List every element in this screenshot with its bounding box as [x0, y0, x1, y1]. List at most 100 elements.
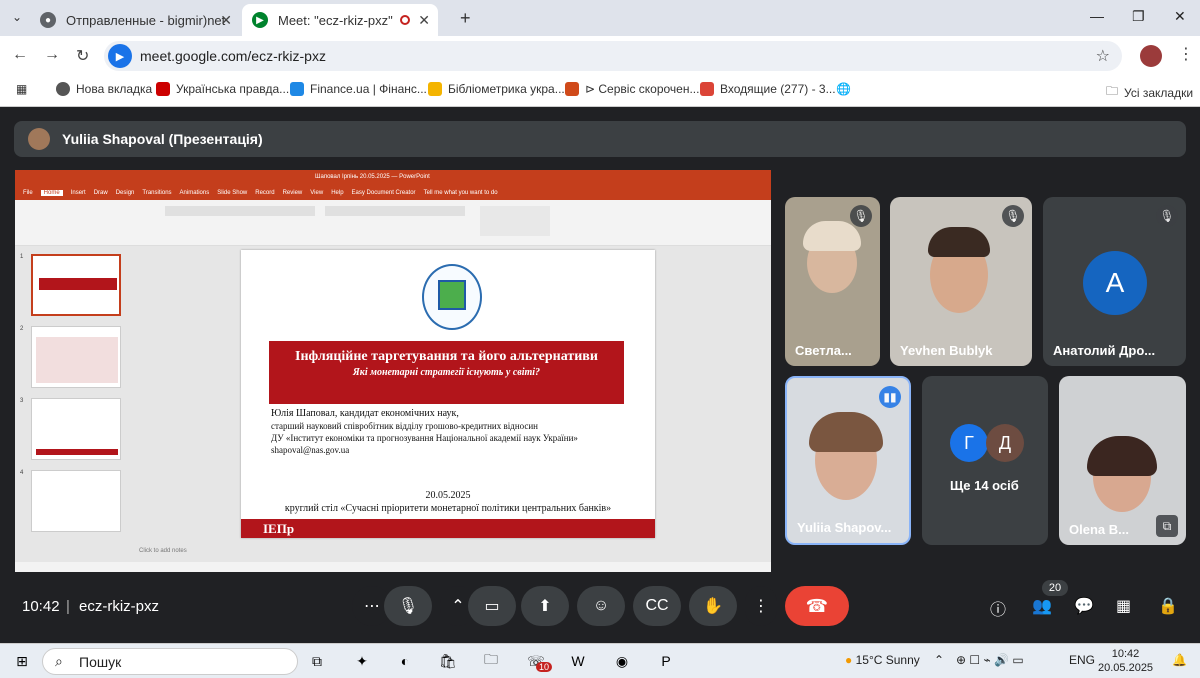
participant-tile[interactable]: 🎙 Светла...	[785, 197, 880, 366]
taskbar: ⊞ ⌕ Пошук ⧉ ✦ ◐ 🛍 🗀 ☏ 10 W ◉ P ● 15°C Su…	[0, 643, 1200, 678]
apps-icon[interactable]: ▦	[16, 82, 27, 96]
presenter-avatar	[28, 128, 50, 150]
chat-icon[interactable]: 💬	[1074, 596, 1094, 616]
chrome-icon[interactable]: ◉	[610, 650, 634, 672]
font-box	[165, 206, 315, 216]
close-icon[interactable]: ✕	[418, 12, 430, 29]
mic-off-icon: 🎙	[1156, 205, 1178, 227]
minimize-icon[interactable]: —	[1090, 8, 1104, 24]
back-icon[interactable]: ←	[12, 46, 28, 64]
slide-thumbnail[interactable]	[31, 326, 121, 388]
participant-name: Светла...	[795, 343, 852, 358]
toolbar: ← → ↻ ▶ meet.google.com/ecz-rkiz-pxz ☆	[0, 36, 1200, 76]
address-bar[interactable]: ▶ meet.google.com/ecz-rkiz-pxz ☆	[104, 41, 1122, 71]
word-icon[interactable]: W	[566, 650, 590, 672]
edge-icon[interactable]: ◐	[393, 650, 417, 672]
slide-thumbnail[interactable]	[31, 470, 121, 532]
participant-tile[interactable]: A 🎙 Анатолий Дро...	[1043, 197, 1186, 366]
pip-icon[interactable]: ⧉	[1156, 515, 1178, 537]
meeting-time: 10:42	[22, 598, 60, 615]
raise-hand-button[interactable]: ✋	[689, 586, 737, 626]
emoji-button[interactable]: ☺	[577, 586, 625, 626]
slide-thumbnails: 1 2 3 4	[15, 246, 133, 562]
leave-call-button[interactable]: ☎	[785, 586, 849, 626]
tab-search-icon[interactable]: ⌄	[12, 10, 22, 24]
current-slide: Інфляційне таргетування та його альтерна…	[241, 250, 655, 538]
ppt-ribbon	[15, 200, 771, 246]
close-window-icon[interactable]: ✕	[1174, 8, 1186, 25]
host-controls-icon[interactable]: 🔒	[1158, 596, 1178, 616]
bookmark-item[interactable]: ⊳ Сервіс скорочен...	[565, 82, 699, 96]
chevron-up-icon[interactable]: ⌃	[934, 653, 944, 667]
tab-bigmir[interactable]: ● Отправленные - bigmir)net ✕	[30, 4, 240, 36]
participant-tile[interactable]: 🎙 Yevhen Bublyk	[890, 197, 1032, 366]
copilot-icon[interactable]: ✦	[350, 650, 374, 672]
paragraph-box	[325, 206, 465, 216]
ppt-menu: File Home Insert Draw Design Transitions…	[15, 186, 771, 200]
taskbar-search[interactable]: ⌕ Пошук	[42, 648, 298, 675]
powerpoint-icon[interactable]: P	[654, 650, 678, 672]
bookmark-item[interactable]: Бібліометрика укра...	[428, 82, 565, 96]
bookmark-item[interactable]: Українська правда...	[156, 82, 289, 96]
participant-avatar: A	[1083, 251, 1147, 315]
restore-icon[interactable]: ❐	[1132, 8, 1145, 25]
windows-start-icon[interactable]: ⊞	[10, 650, 34, 672]
bookmark-item[interactable]: Нова вкладка	[56, 82, 152, 96]
tray-icons: ⊕ ☐ ⌁ 🔊 ▭	[956, 653, 1024, 667]
language-indicator[interactable]: ENG	[1069, 653, 1095, 667]
participant-tile[interactable]: ⧉ Olena B...	[1059, 376, 1186, 545]
shared-screen: Шаповал Ірпінь 20.05.2025 — PowerPoint F…	[15, 170, 771, 572]
participant-name: Анатолий Дро...	[1053, 343, 1156, 358]
captions-button[interactable]: CC	[633, 586, 681, 626]
site-info-icon[interactable]: ▶	[108, 44, 132, 68]
activities-icon[interactable]: ▦	[1116, 596, 1131, 616]
participant-count-badge: 20	[1042, 580, 1068, 596]
tab-strip: ● Отправленные - bigmir)net ✕ ▶ Meet: "e…	[0, 0, 1200, 36]
slide-thumbnail[interactable]	[31, 254, 121, 316]
task-view-icon[interactable]: ⧉	[305, 650, 329, 672]
weather-widget[interactable]: ● 15°C Sunny	[845, 653, 920, 667]
meet-controls: 10:42 | ecz-rkiz-pxz ⋯ 🎙 ⌃ ▭ ⬆ ☺ CC ✋ ⋮ …	[0, 580, 1200, 640]
participant-name: Yuliia Shapov...	[797, 520, 892, 535]
browser-menu-icon[interactable]: ⋮	[1178, 44, 1194, 64]
slide-event: круглий стіл «Сучасні пріоритети монетар…	[284, 503, 612, 514]
more-options-icon[interactable]: ⋮	[745, 586, 777, 626]
profile-avatar[interactable]	[1140, 45, 1162, 67]
slide-title: Інфляційне таргетування та його альтерна…	[295, 349, 598, 364]
globe-icon	[56, 82, 70, 96]
ppt-status-bar	[15, 562, 771, 572]
author-block: Юлія Шаповал, кандидат економічних наук,…	[271, 408, 578, 455]
forward-icon[interactable]: →	[44, 46, 60, 64]
participant-tile-speaking[interactable]: ▮▮ Yuliia Shapov...	[785, 376, 911, 545]
slide-thumbnail[interactable]	[31, 398, 121, 460]
tab-title: Meet: "ecz-rkiz-pxz"	[278, 12, 393, 28]
more-participants-tile[interactable]: Г Д Ще 14 осіб	[922, 376, 1048, 545]
info-icon[interactable]: ⓘ	[990, 596, 1006, 620]
explorer-icon[interactable]: 🗀	[479, 650, 503, 672]
browser-chrome: ● Отправленные - bigmir)net ✕ ▶ Meet: "e…	[0, 0, 1200, 107]
close-icon[interactable]: ✕	[220, 12, 232, 29]
present-button[interactable]: ⬆	[521, 586, 569, 626]
taskbar-clock[interactable]: 10:42 20.05.2025	[1098, 647, 1153, 675]
people-icon[interactable]: 👥	[1032, 596, 1052, 616]
notification-icon[interactable]: 🔔	[1172, 653, 1187, 667]
new-tab-button[interactable]: +	[460, 8, 471, 29]
presenter-bar: Yuliia Shapoval (Презентація)	[14, 121, 1186, 157]
shapes-box	[480, 206, 550, 236]
bookmark-item[interactable]: Входящие (277) - 3...	[700, 82, 836, 96]
participant-avatar: Д	[986, 424, 1024, 462]
store-icon[interactable]: 🛍	[436, 650, 460, 672]
camera-button[interactable]: ▭	[468, 586, 516, 626]
all-bookmarks[interactable]: 🗀 Усі закладки	[1106, 82, 1193, 103]
url-text: meet.google.com/ecz-rkiz-pxz	[140, 48, 326, 64]
slide-date: 20.05.2025	[425, 490, 471, 501]
mic-off-icon: 🎙	[1002, 205, 1024, 227]
bookmark-item[interactable]: Finance.ua | Фінанс...	[290, 82, 427, 96]
mic-button[interactable]: 🎙	[384, 586, 432, 626]
participant-avatar: Г	[950, 424, 988, 462]
bookmark-star-icon[interactable]: ☆	[1096, 46, 1110, 66]
finance-icon	[290, 82, 304, 96]
tab-meet[interactable]: ▶ Meet: "ecz-rkiz-pxz" ✕	[242, 4, 438, 36]
globe-icon[interactable]: 🌐	[836, 82, 851, 96]
reload-icon[interactable]: ↻	[76, 46, 89, 66]
